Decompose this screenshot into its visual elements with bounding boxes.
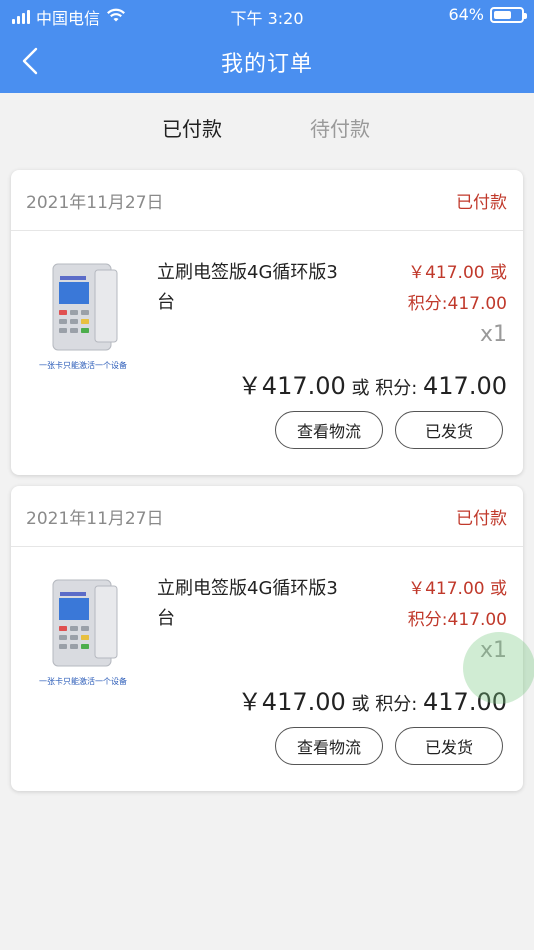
order-total: ￥417.00 或 积分: 417.00: [238, 366, 507, 401]
order-tabs: 已付款 待付款: [0, 93, 534, 159]
product-thumbnail[interactable]: 一张卡只能激活一个设备: [33, 260, 133, 375]
order-date: 2021年11月27日: [26, 509, 164, 529]
header: 中国电信 下午 3:20 64% 我的订单: [0, 0, 534, 93]
unit-price: ￥417.00 或 积分:417.00: [357, 258, 507, 320]
order-status: 已付款: [456, 193, 507, 213]
view-logistics-button[interactable]: 查看物流: [275, 727, 383, 765]
tab-paid[interactable]: 已付款: [162, 113, 222, 142]
order-total: ￥417.00 或 积分: 417.00: [238, 682, 507, 717]
status-bar: 中国电信 下午 3:20 64%: [0, 0, 534, 30]
thumbnail-caption: 一张卡只能激活一个设备: [39, 677, 127, 686]
total-separator: 或 积分:: [345, 378, 424, 399]
thumbnail-caption: 一张卡只能激活一个设备: [39, 361, 127, 370]
touch-indicator: [463, 632, 534, 704]
order-card-header: 2021年11月27日 已付款: [11, 170, 523, 231]
total-price: ￥417.00: [237, 372, 346, 400]
product-thumbnail[interactable]: 一张卡只能激活一个设备: [33, 576, 133, 691]
quantity: x1: [479, 322, 507, 347]
status-right: 64%: [448, 5, 527, 24]
order-card[interactable]: 2021年11月27日 已付款 一张卡只能激活一个设备 立刷电签版4G循环版3台…: [11, 486, 523, 791]
battery-percent: 64%: [448, 5, 484, 24]
total-points: 417.00: [423, 372, 507, 400]
page-title: 我的订单: [220, 52, 313, 77]
order-date: 2021年11月27日: [26, 193, 164, 213]
unit-price-points: 积分:417.00: [407, 294, 507, 314]
battery-icon: [490, 6, 527, 23]
order-status: 已付款: [456, 509, 507, 529]
unit-price-amount: ￥417.00 或: [408, 263, 507, 283]
unit-price-points: 积分:417.00: [407, 610, 507, 630]
product-name[interactable]: 立刷电签版4G循环版3台: [157, 258, 347, 318]
unit-price-amount: ￥417.00 或: [408, 579, 507, 599]
tab-unpaid[interactable]: 待付款: [310, 113, 370, 142]
product-name[interactable]: 立刷电签版4G循环版3台: [157, 574, 347, 634]
total-separator: 或 积分:: [345, 694, 424, 715]
order-card-header: 2021年11月27日 已付款: [11, 486, 523, 547]
shipped-button[interactable]: 已发货: [395, 411, 503, 449]
total-price: ￥417.00: [237, 688, 346, 716]
view-logistics-button[interactable]: 查看物流: [275, 411, 383, 449]
order-card[interactable]: 2021年11月27日 已付款 一张卡只能激活一个设备 立刷电签版4G循环版3台…: [11, 170, 523, 475]
unit-price: ￥417.00 或 积分:417.00: [357, 574, 507, 636]
nav-bar: 我的订单: [0, 30, 534, 93]
shipped-button[interactable]: 已发货: [395, 727, 503, 765]
